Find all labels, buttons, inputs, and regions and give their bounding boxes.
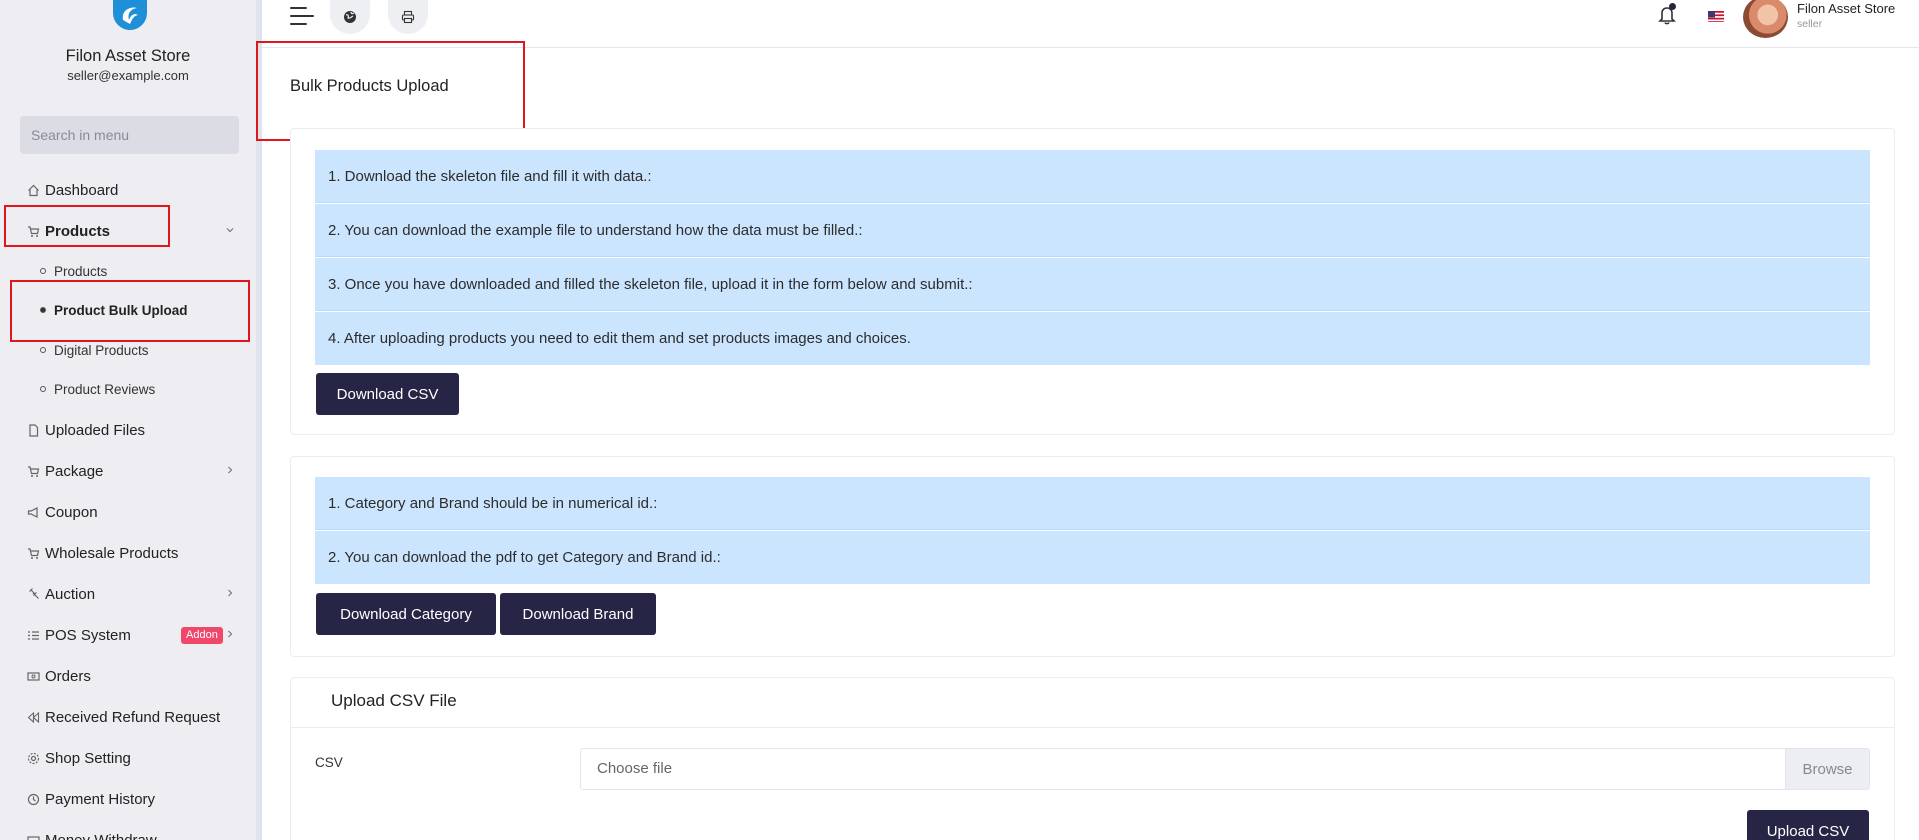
list-icon bbox=[26, 628, 40, 642]
bullet-icon bbox=[40, 347, 46, 353]
sidebar-item-label: Received Refund Request bbox=[45, 708, 221, 726]
user-role: seller bbox=[1797, 18, 1823, 30]
upload-csv-button[interactable]: Upload CSV bbox=[1747, 810, 1869, 840]
sidebar-subitem-label: Products bbox=[54, 263, 108, 279]
gear-icon bbox=[26, 751, 40, 765]
download-category-button[interactable]: Download Category bbox=[316, 593, 496, 635]
instruction-row: 3. Once you have downloaded and filled t… bbox=[315, 258, 1870, 311]
money-icon bbox=[26, 669, 40, 683]
sidebar-item-pos-system[interactable]: POS System Addon bbox=[0, 620, 256, 650]
money-icon bbox=[26, 833, 40, 840]
addon-badge: Addon bbox=[181, 627, 223, 644]
sidebar-subitem-product-reviews[interactable]: Product Reviews bbox=[0, 376, 256, 402]
sidebar-item-label: Money Withdraw bbox=[45, 831, 157, 840]
sidebar-item-received-refund-request[interactable]: Received Refund Request bbox=[0, 702, 256, 732]
sidebar-item-label: Payment History bbox=[45, 790, 156, 808]
file-input-placeholder: Choose file bbox=[597, 760, 673, 777]
chevron-down-icon bbox=[225, 224, 235, 238]
backward-icon bbox=[26, 710, 40, 724]
sidebar-item-label: Wholesale Products bbox=[45, 544, 179, 562]
globe-icon[interactable] bbox=[330, 0, 370, 34]
app-root: Filon Asset Store seller@example.com Das… bbox=[0, 0, 1919, 840]
menu-search-input[interactable] bbox=[20, 116, 239, 154]
sidebar-item-label: Shop Setting bbox=[45, 749, 131, 767]
sidebar-item-orders[interactable]: Orders bbox=[0, 661, 256, 691]
history-icon bbox=[26, 792, 40, 806]
instruction-row: 2. You can download the pdf to get Categ… bbox=[315, 531, 1870, 584]
highlight-box-title bbox=[256, 41, 525, 141]
sidebar-item-label: Orders bbox=[45, 667, 91, 685]
upload-card-title: Upload CSV File bbox=[331, 691, 457, 710]
csv-file-input[interactable]: Choose file Browse bbox=[580, 748, 1870, 790]
instruction-row: 1. Download the skeleton file and fill i… bbox=[315, 150, 1870, 203]
sidebar-item-auction[interactable]: Auction bbox=[0, 579, 256, 609]
download-brand-button[interactable]: Download Brand bbox=[500, 593, 656, 635]
sidebar-item-wholesale-products[interactable]: Wholesale Products bbox=[0, 538, 256, 568]
sidebar-item-label: Package bbox=[45, 462, 104, 480]
sidebar-item-label: POS System bbox=[45, 626, 131, 644]
cart-icon bbox=[26, 464, 40, 478]
file-icon bbox=[26, 423, 40, 437]
sidebar-item-shop-setting[interactable]: Shop Setting bbox=[0, 743, 256, 773]
us-flag-icon[interactable] bbox=[1708, 10, 1724, 22]
sidebar-item-money-withdraw[interactable]: Money Withdraw bbox=[0, 825, 256, 840]
download-csv-button[interactable]: Download CSV bbox=[316, 373, 459, 415]
card-divider bbox=[291, 727, 1894, 728]
csv-label: CSV bbox=[315, 755, 343, 770]
sidebar-item-uploaded-files[interactable]: Uploaded Files bbox=[0, 415, 256, 445]
instruction-row: 2. You can download the example file to … bbox=[315, 204, 1870, 257]
bullet-icon bbox=[40, 386, 46, 392]
sidebar-item-payment-history[interactable]: Payment History bbox=[0, 784, 256, 814]
sidebar: Filon Asset Store seller@example.com Das… bbox=[0, 0, 262, 840]
chevron-right-icon bbox=[225, 628, 235, 642]
sidebar-item-dashboard[interactable]: Dashboard bbox=[0, 175, 256, 205]
sidebar-item-label: Coupon bbox=[45, 503, 98, 521]
highlight-box-products bbox=[4, 205, 170, 247]
chevron-right-icon bbox=[225, 464, 235, 478]
home-icon bbox=[26, 183, 40, 197]
sidebar-subitem-label: Digital Products bbox=[54, 342, 149, 358]
megaphone-icon bbox=[26, 505, 40, 519]
sidebar-subitem-label: Product Reviews bbox=[54, 381, 156, 397]
highlight-box-bulk-upload bbox=[10, 280, 250, 342]
sidebar-item-label: Uploaded Files bbox=[45, 421, 146, 439]
notification-dot bbox=[1669, 3, 1676, 10]
sidebar-subitem-digital-products[interactable]: Digital Products bbox=[0, 337, 256, 363]
store-email: seller@example.com bbox=[67, 68, 189, 83]
cart-icon bbox=[26, 546, 40, 560]
user-name: Filon Asset Store bbox=[1797, 1, 1896, 16]
instruction-row: 1. Category and Brand should be in numer… bbox=[315, 477, 1870, 530]
instruction-row: 4. After uploading products you need to … bbox=[315, 312, 1870, 365]
avatar[interactable] bbox=[1743, 0, 1788, 38]
sidebar-item-coupon[interactable]: Coupon bbox=[0, 497, 256, 527]
printer-icon[interactable] bbox=[388, 0, 428, 34]
gavel-icon bbox=[26, 587, 40, 601]
sidebar-item-package[interactable]: Package bbox=[0, 456, 256, 486]
menu-toggle-icon[interactable] bbox=[290, 5, 314, 27]
browse-button[interactable]: Browse bbox=[1785, 749, 1869, 789]
store-logo bbox=[113, 0, 147, 30]
bullet-icon bbox=[40, 268, 46, 274]
chevron-right-icon bbox=[225, 587, 235, 601]
sidebar-item-label: Auction bbox=[45, 585, 96, 603]
sidebar-item-label: Dashboard bbox=[45, 181, 119, 199]
store-name: Filon Asset Store bbox=[65, 47, 191, 65]
